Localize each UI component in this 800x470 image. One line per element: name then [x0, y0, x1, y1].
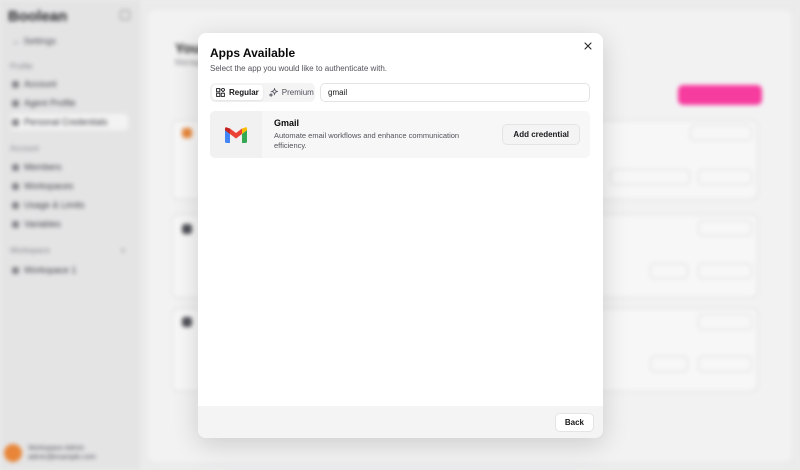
dialog-subtitle: Select the app you would like to authent…	[210, 64, 387, 73]
close-button[interactable]	[580, 38, 596, 54]
grid-icon	[216, 88, 225, 97]
apps-available-dialog: Apps Available Select the app you would …	[198, 33, 603, 438]
app-list-item[interactable]: Gmail Automate email workflows and enhan…	[210, 111, 590, 158]
app-name: Gmail	[274, 118, 300, 128]
tab-label: Regular	[229, 88, 259, 97]
dialog-footer: Back	[198, 406, 603, 438]
tab-regular[interactable]: Regular	[212, 85, 263, 100]
gmail-icon	[225, 126, 247, 143]
close-icon	[584, 42, 592, 50]
tab-premium[interactable]: Premium	[265, 85, 318, 100]
back-button[interactable]: Back	[554, 413, 594, 432]
tab-label: Premium	[281, 88, 314, 97]
app-logo	[210, 111, 262, 158]
search-input[interactable]	[320, 83, 590, 102]
add-credential-button[interactable]: Add credential	[502, 124, 580, 145]
app-description: Automate email workflows and enhance com…	[274, 131, 460, 150]
dialog-title: Apps Available	[210, 46, 296, 60]
sparkles-icon	[268, 88, 278, 97]
app-type-tabs: Regular Premium	[210, 83, 315, 102]
